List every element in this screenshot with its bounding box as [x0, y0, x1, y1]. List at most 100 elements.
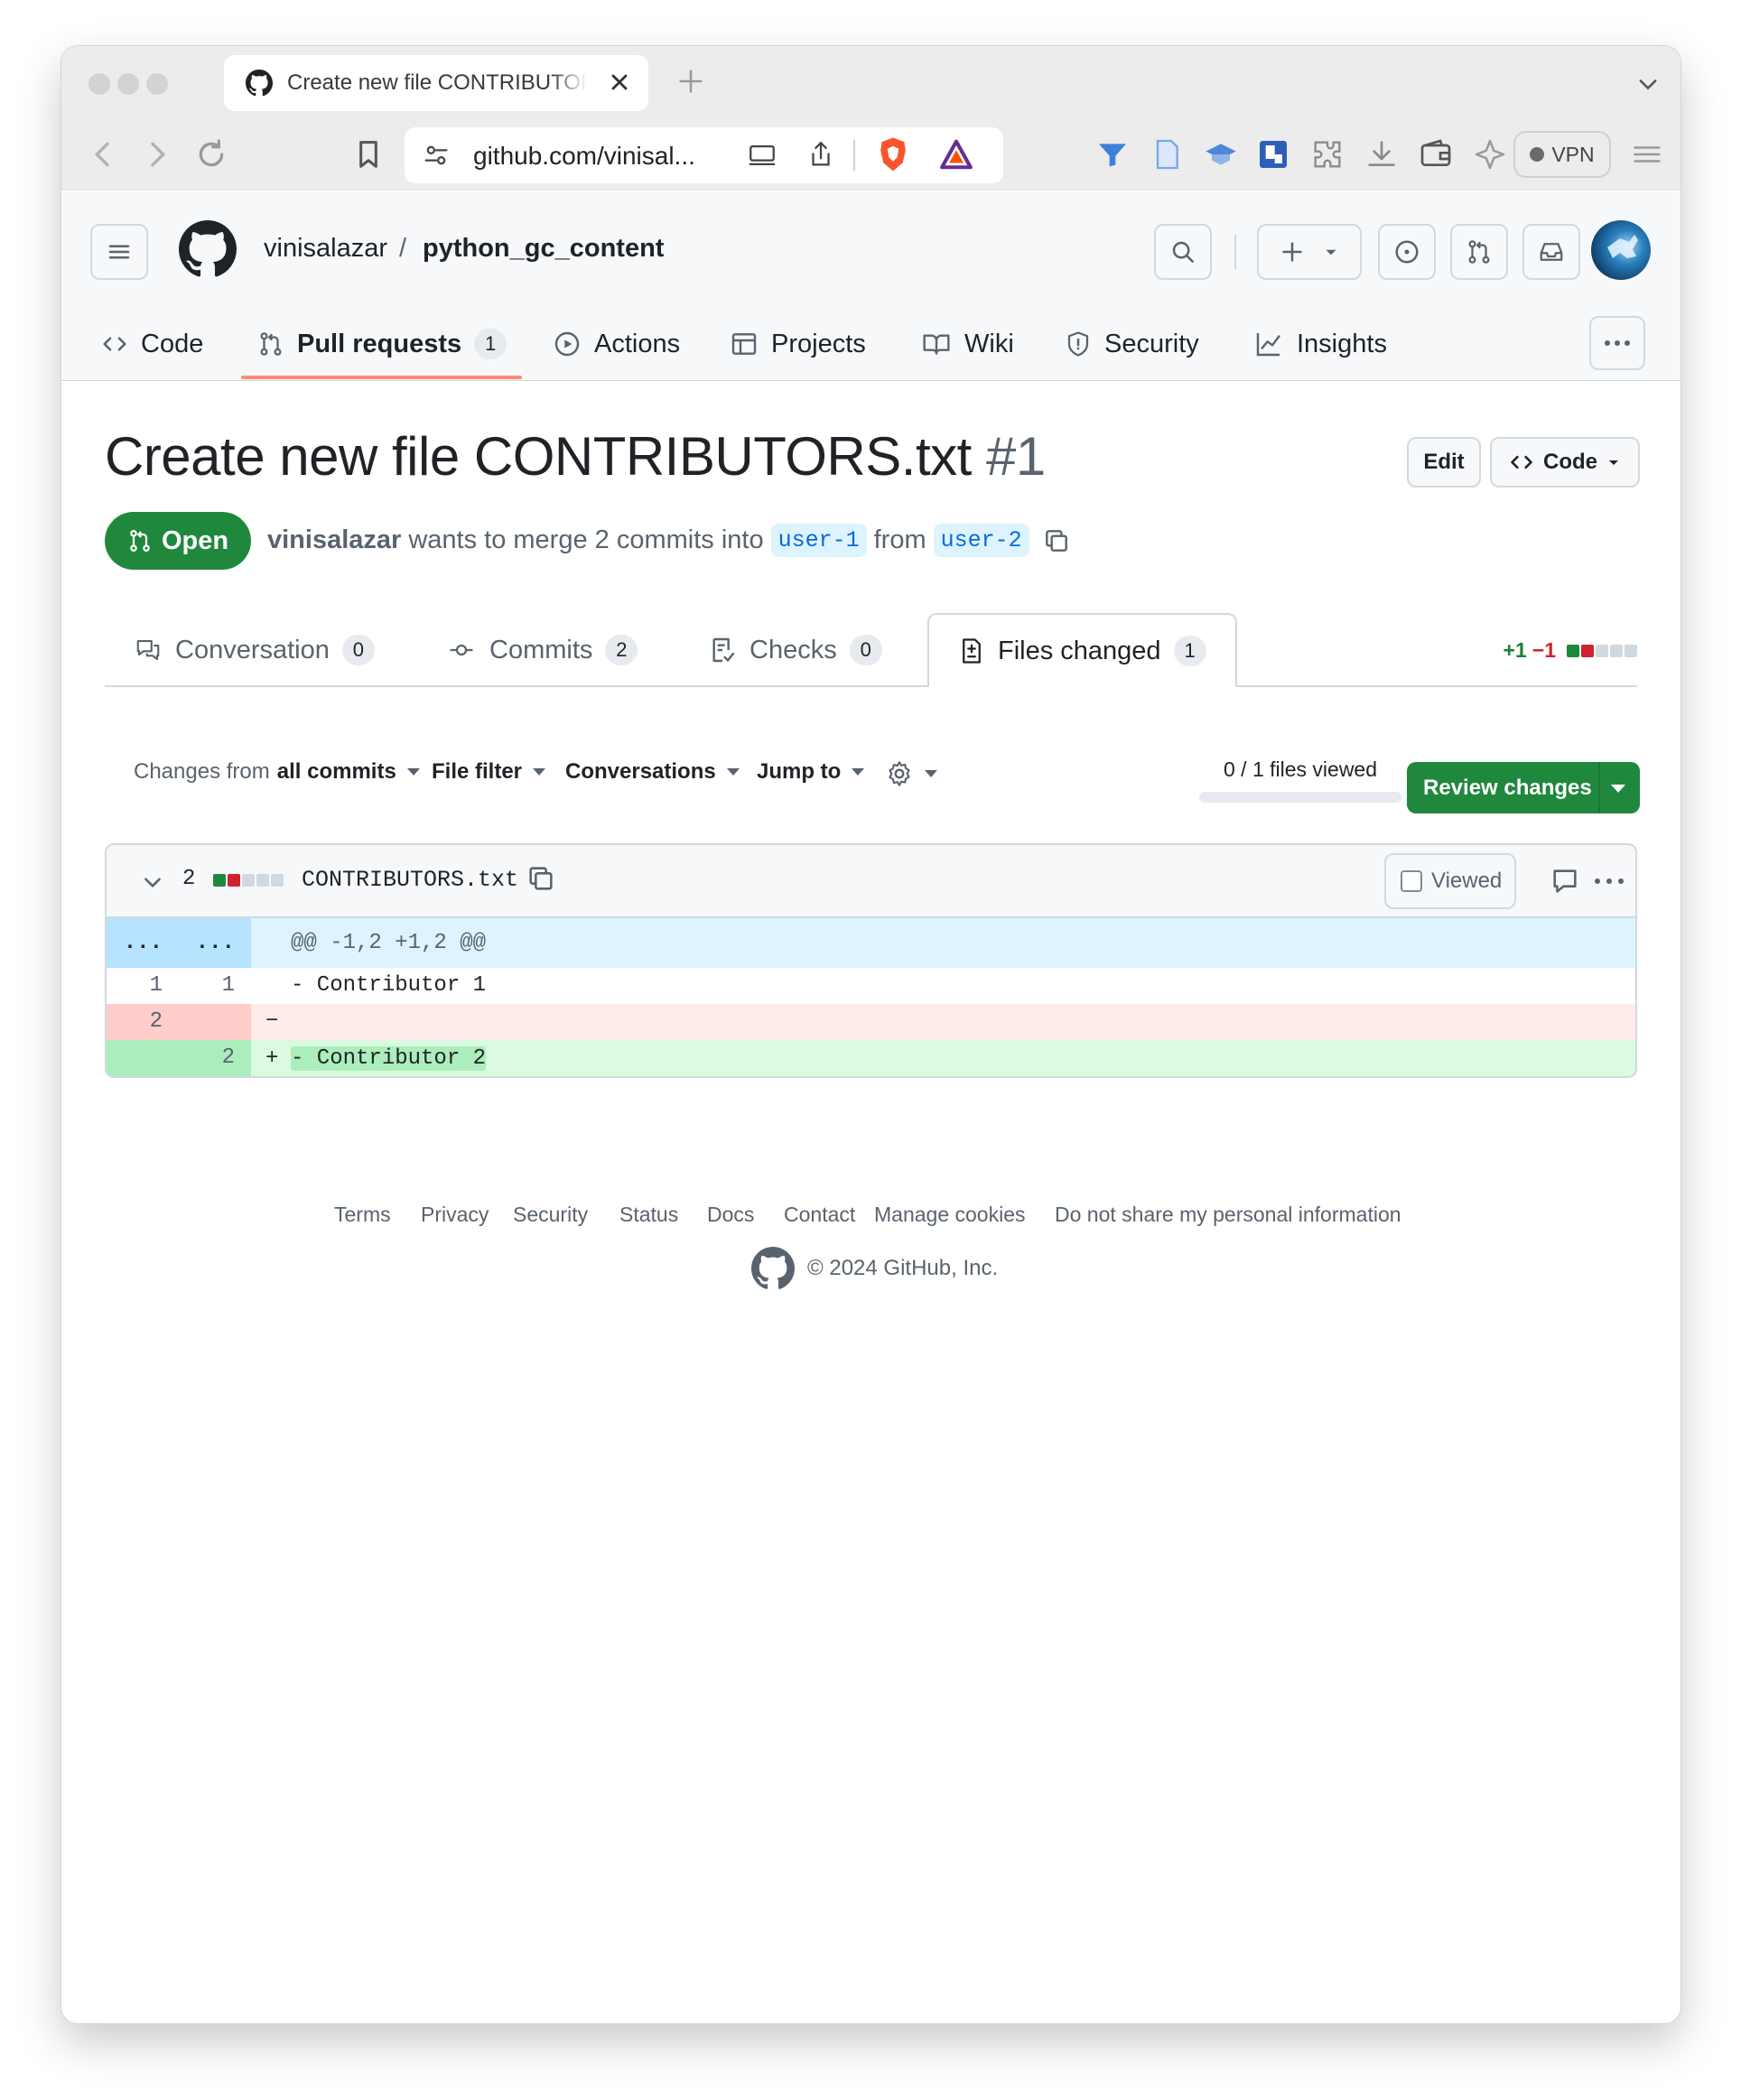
- footer-link-security[interactable]: Security: [513, 1203, 588, 1227]
- file-name-link[interactable]: CONTRIBUTORS.txt: [302, 867, 518, 893]
- file-filter-dropdown[interactable]: File filter: [432, 759, 546, 785]
- pr-author-link[interactable]: vinisalazar: [267, 525, 401, 555]
- triangle-down-icon: [1609, 460, 1618, 465]
- viewed-checkbox-button[interactable]: Viewed: [1384, 853, 1516, 909]
- nav-wiki[interactable]: Wiki: [921, 307, 1014, 381]
- code-dropdown-button[interactable]: Code: [1490, 437, 1640, 488]
- menu-icon[interactable]: [1631, 136, 1663, 172]
- file-header: 2 CONTRIBUTORS.txt Viewed: [107, 845, 1635, 918]
- issue-opened-icon: [1395, 240, 1419, 264]
- book-icon: [923, 334, 950, 355]
- changes-from-dropdown[interactable]: Changes from all commits: [134, 759, 420, 785]
- nav-pull-requests[interactable]: Pull requests 1: [257, 307, 507, 381]
- tab-checks[interactable]: Checks 0: [679, 613, 911, 687]
- review-changes-button[interactable]: Review changes: [1407, 762, 1640, 813]
- browser-tab[interactable]: Create new file CONTRIBUTORS.txt #1: [224, 55, 648, 111]
- tab-files-changed[interactable]: Files changed 1: [927, 613, 1237, 689]
- footer-link-privacy[interactable]: Privacy: [421, 1203, 489, 1227]
- brave-shields-icon[interactable]: [876, 136, 910, 172]
- minimize-window-button[interactable]: [117, 73, 139, 95]
- comment-icon[interactable]: [1550, 866, 1580, 897]
- old-line-number[interactable]: 2: [107, 1004, 179, 1040]
- expand-lines-new[interactable]: ...: [179, 918, 251, 968]
- github-logo-icon[interactable]: [751, 1247, 795, 1290]
- tab-title: Create new file CONTRIBUTORS.txt #1: [287, 70, 587, 95]
- nav-insights[interactable]: Insights: [1253, 307, 1387, 381]
- address-bar[interactable]: github.com/vinisal...: [405, 127, 1003, 183]
- old-line-number[interactable]: 1: [107, 968, 179, 1004]
- footer-link-terms[interactable]: Terms: [334, 1203, 391, 1227]
- chevron-down-icon[interactable]: [141, 870, 164, 894]
- repo-nav: Code Pull requests 1 Actions Projects Wi…: [61, 307, 1680, 381]
- changes-from-value: all commits: [276, 759, 396, 784]
- edit-title-button[interactable]: Edit: [1407, 437, 1481, 488]
- cast-icon[interactable]: [746, 140, 778, 171]
- repo-name-link[interactable]: python_gc_content: [423, 234, 664, 264]
- share-icon[interactable]: [805, 138, 836, 171]
- nav-code[interactable]: Code: [101, 307, 203, 381]
- site-settings-icon[interactable]: [421, 140, 452, 171]
- leo-ai-icon[interactable]: [1472, 136, 1508, 172]
- jump-to-dropdown[interactable]: Jump to: [757, 759, 865, 785]
- zoom-window-button[interactable]: [146, 73, 168, 95]
- repo-owner-link[interactable]: vinisalazar: [264, 234, 387, 264]
- selected-nav-indicator: [241, 376, 522, 379]
- forward-icon[interactable]: [139, 136, 175, 172]
- diff-settings-dropdown[interactable]: [885, 759, 937, 788]
- new-line-number[interactable]: 1: [179, 968, 251, 1004]
- inbox-button[interactable]: [1522, 224, 1580, 280]
- brave-rewards-icon[interactable]: [939, 138, 973, 171]
- triangle-down-icon: [925, 770, 937, 777]
- triangle-down-icon[interactable]: [1611, 785, 1625, 793]
- tab-conversation[interactable]: Conversation 0: [105, 613, 404, 687]
- user-avatar[interactable]: [1591, 220, 1651, 280]
- code-icon: [103, 337, 126, 351]
- close-window-button[interactable]: [88, 73, 110, 95]
- hamburger-menu-button[interactable]: [90, 224, 148, 280]
- new-line-number[interactable]: 2: [179, 1040, 251, 1076]
- extension-doc-icon[interactable]: [1149, 136, 1185, 172]
- back-icon[interactable]: [85, 136, 121, 172]
- expand-lines-old[interactable]: ...: [107, 918, 179, 968]
- url-text: github.com/vinisal...: [473, 142, 695, 170]
- bookmark-icon[interactable]: [350, 136, 386, 172]
- search-button[interactable]: [1154, 224, 1212, 280]
- divider: [853, 140, 855, 171]
- extension-graduation-icon[interactable]: [1203, 136, 1239, 172]
- head-branch-link[interactable]: user-2: [933, 524, 1029, 557]
- more-nav-button[interactable]: [1589, 316, 1645, 370]
- footer-link-status[interactable]: Status: [619, 1203, 678, 1227]
- viewed-checkbox[interactable]: [1401, 870, 1422, 892]
- new-tab-icon[interactable]: [675, 66, 706, 97]
- copy-path-icon[interactable]: [526, 863, 556, 894]
- extensions-puzzle-icon[interactable]: [1309, 136, 1345, 172]
- extension-zotero-icon[interactable]: [1255, 136, 1291, 172]
- footer-link-docs[interactable]: Docs: [707, 1203, 754, 1227]
- extension-funnel-icon[interactable]: [1094, 136, 1131, 172]
- download-icon[interactable]: [1364, 136, 1400, 172]
- wallet-icon[interactable]: [1418, 136, 1454, 172]
- nav-security[interactable]: Security: [1065, 307, 1199, 381]
- footer-link-manage-cookies[interactable]: Manage cookies: [874, 1203, 1026, 1227]
- chevron-down-icon[interactable]: [1635, 71, 1661, 97]
- kebab-horizontal-icon: [1605, 340, 1630, 346]
- close-tab-icon[interactable]: [607, 70, 632, 95]
- issues-button[interactable]: [1378, 224, 1436, 280]
- code-button-label: Code: [1543, 450, 1597, 474]
- create-new-button[interactable]: [1257, 224, 1362, 280]
- conversations-dropdown[interactable]: Conversations: [565, 759, 740, 785]
- reload-icon[interactable]: [193, 136, 229, 172]
- vpn-button[interactable]: VPN: [1513, 131, 1611, 178]
- nav-projects[interactable]: Projects: [730, 307, 866, 381]
- footer-link-contact[interactable]: Contact: [784, 1203, 855, 1227]
- triangle-down-icon: [726, 768, 740, 776]
- github-logo-icon[interactable]: [179, 220, 237, 278]
- copy-branch-icon[interactable]: [1042, 526, 1071, 555]
- nav-actions[interactable]: Actions: [553, 307, 680, 381]
- file-change-count: 2: [182, 867, 196, 891]
- kebab-horizontal-icon[interactable]: [1593, 877, 1625, 886]
- pull-requests-button[interactable]: [1450, 224, 1508, 280]
- base-branch-link[interactable]: user-1: [770, 524, 867, 557]
- tab-commits[interactable]: Commits 2: [417, 613, 666, 687]
- footer-link-do-not-share[interactable]: Do not share my personal information: [1055, 1203, 1401, 1227]
